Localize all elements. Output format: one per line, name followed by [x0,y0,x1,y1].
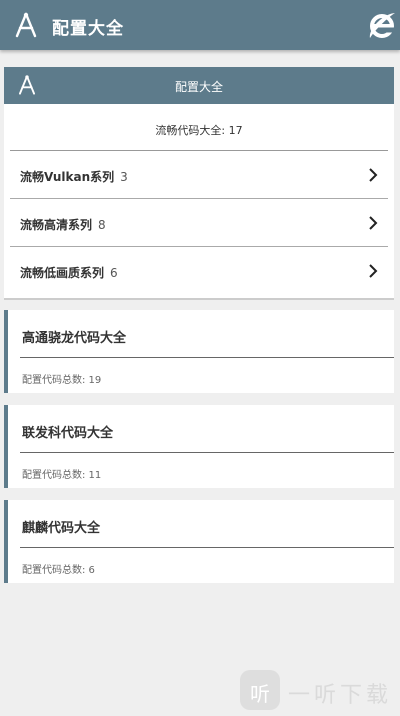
compass-logo-icon [15,12,37,38]
chevron-right-icon [369,216,378,230]
list-item-count: 8 [98,218,106,232]
card-title: 麒麟代码大全 [22,521,101,536]
card-meta: 配置代码总数: 19 [22,375,102,386]
divider [20,547,394,548]
list-item-hd[interactable]: 流畅高清系列 8 [4,199,394,247]
card-snapdragon[interactable]: 高通骁龙代码大全 配置代码总数: 19 [4,310,394,393]
divider [20,452,394,453]
list-item-count: 6 [110,266,118,280]
panel-header: 配置大全 [4,67,394,104]
list-item-low-quality[interactable]: 流畅低画质系列 6 [4,247,394,295]
divider [20,357,394,358]
list-item-vulkan[interactable]: 流畅Vulkan系列 3 [4,151,394,199]
chevron-right-icon [369,264,378,278]
watermark-logo-icon: 听 [240,670,280,710]
panel-summary: 流畅代码大全: 17 [155,124,243,137]
card-mediatek[interactable]: 联发科代码大全 配置代码总数: 11 [4,405,394,488]
ie-browser-icon[interactable] [368,10,396,40]
card-meta: 配置代码总数: 6 [22,565,95,576]
card-kirin[interactable]: 麒麟代码大全 配置代码总数: 6 [4,500,394,583]
watermark: 听 一听下载 [238,668,398,712]
list-item-label: 流畅高清系列 [20,218,93,232]
config-panel: 配置大全 流畅代码大全: 17 流畅Vulkan系列 3 流畅高清系列 8 流畅低画… [4,67,394,300]
list-item-label: 流畅Vulkan系列 [20,170,115,184]
card-title: 高通骁龙代码大全 [22,331,127,346]
app-bar: 配置大全 [0,0,400,50]
card-title: 联发科代码大全 [22,426,114,441]
watermark-icon-glyph: 听 [250,682,270,706]
panel-title: 配置大全 [174,80,223,94]
chevron-right-icon [369,168,378,182]
list-item-label: 流畅低画质系列 [20,266,105,280]
list-item-count: 3 [120,170,128,184]
watermark-text: 一听下载 [288,683,393,708]
app-title: 配置大全 [52,19,124,39]
card-meta: 配置代码总数: 11 [22,470,102,481]
